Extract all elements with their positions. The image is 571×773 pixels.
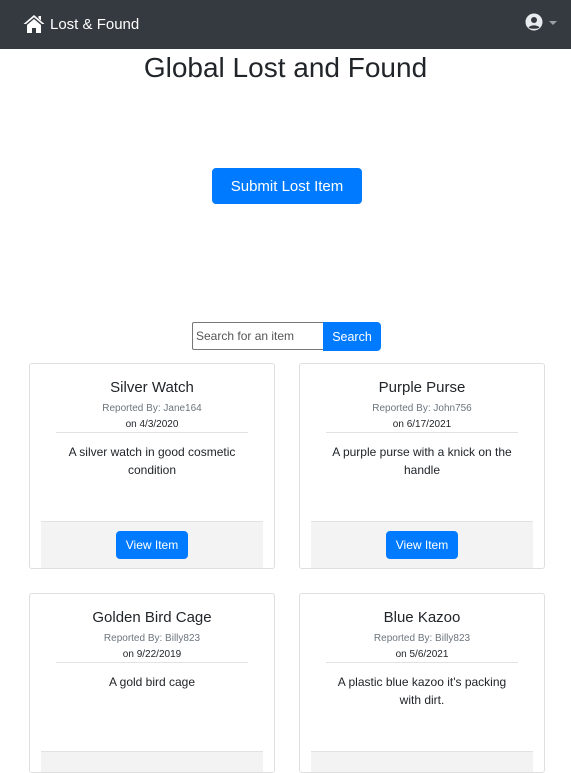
item-date: on 6/17/2021: [326, 419, 518, 433]
top-navbar: Lost & Found: [0, 0, 571, 49]
search-input[interactable]: [192, 322, 323, 350]
user-menu-toggle[interactable]: [525, 13, 557, 31]
user-circle-icon: [525, 13, 543, 31]
item-title: Blue Kazoo: [383, 609, 461, 626]
item-description: A purple purse with a knick on the handl…: [332, 445, 512, 477]
card-footer: [41, 751, 263, 772]
item-card: Silver Watch Reported By: Jane164 on 4/3…: [29, 363, 275, 569]
card-footer: View Item: [311, 521, 533, 568]
item-reported-by: Reported By: Billy823: [373, 633, 471, 644]
item-date: on 4/3/2020: [56, 419, 248, 433]
brand-link[interactable]: Lost & Found: [23, 12, 139, 36]
item-reported-by: Reported By: Jane164: [102, 403, 202, 414]
card-footer: View Item: [41, 521, 263, 568]
item-title: Golden Bird Cage: [92, 609, 212, 626]
chevron-down-icon: [549, 20, 557, 25]
item-card: Purple Purse Reported By: John756 on 6/1…: [299, 363, 545, 569]
view-item-button[interactable]: View Item: [116, 531, 188, 559]
item-reported-by: Reported By: John756: [372, 403, 472, 414]
item-description: A silver watch in good cosmetic conditio…: [68, 445, 236, 477]
page-title: Global Lost and Found: [143, 52, 428, 83]
view-item-button[interactable]: View Item: [386, 531, 458, 559]
brand-label: Lost & Found: [50, 15, 140, 33]
item-card: Blue Kazoo Reported By: Billy823 on 5/6/…: [299, 593, 545, 773]
item-title: Purple Purse: [378, 379, 466, 396]
home-icon: [23, 14, 50, 34]
card-footer: [311, 751, 533, 772]
item-card: Golden Bird Cage Reported By: Billy823 o…: [29, 593, 275, 773]
item-title: Silver Watch: [110, 379, 194, 396]
item-date: on 9/22/2019: [56, 649, 248, 663]
search-button[interactable]: Search: [323, 322, 381, 351]
item-reported-by: Reported By: Billy823: [103, 633, 201, 644]
item-description: A gold bird cage: [108, 675, 196, 689]
item-date: on 5/6/2021: [326, 649, 518, 663]
submit-lost-item-button[interactable]: Submit Lost Item: [212, 168, 362, 204]
item-description: A plastic blue kazoo it's packing with d…: [337, 675, 507, 707]
